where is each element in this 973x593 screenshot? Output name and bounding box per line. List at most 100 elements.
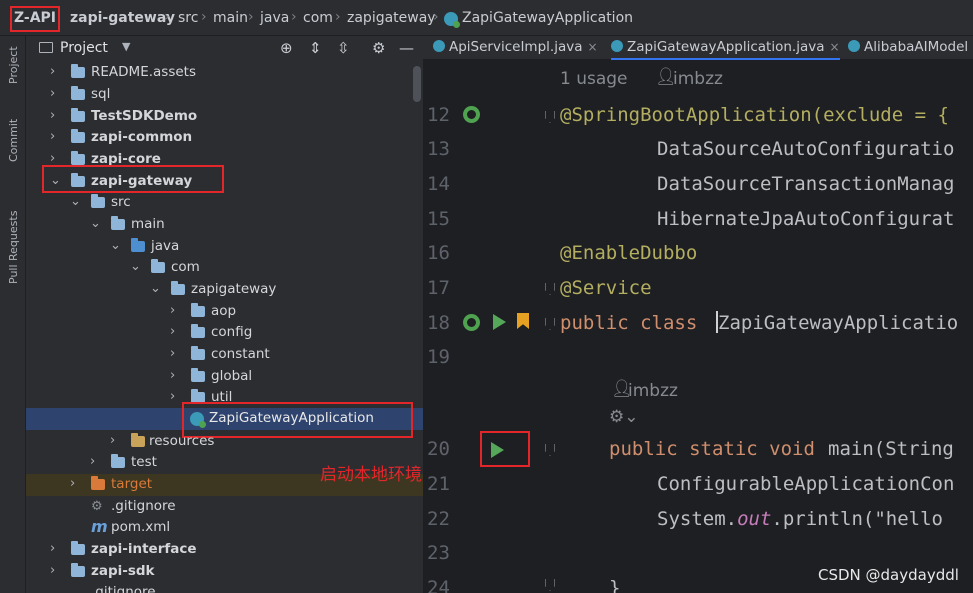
spring-bean-icon[interactable] [463,314,480,331]
breadcrumb-item-package[interactable]: zapigateway [347,10,436,26]
fold-icon[interactable] [545,318,555,330]
chevron-right-icon[interactable]: › [170,389,175,404]
chevron-down-icon[interactable]: ⌄ [90,216,101,231]
chevron-right-icon[interactable]: › [170,303,175,318]
breadcrumb-item-main[interactable]: main [213,10,248,26]
tree-item[interactable]: ⚙ .gitignore [26,496,423,518]
expand-all-icon[interactable]: ⇕ [309,39,322,57]
tree-item-label: java [151,238,180,254]
chevron-right-icon[interactable]: › [170,368,175,383]
chevron-right-icon[interactable]: › [50,86,55,101]
breadcrumb-item-src[interactable]: src [178,10,198,26]
java-class-icon [433,40,445,52]
tree-item-label: config [211,324,253,340]
author-hint: imbzz [628,381,678,401]
tree-item[interactable]: ⌄ main [26,214,423,236]
tree-item[interactable]: › config [26,322,423,344]
chevron-right-icon[interactable]: › [170,346,175,361]
chevron-down-icon[interactable]: ▼ [122,40,130,53]
code-area[interactable]: 1 usage 👤︎ imbzz 12 @SpringBootApplicati… [423,61,973,593]
chevron-right-icon[interactable]: › [50,129,55,144]
breadcrumb-item-class[interactable]: ZapiGatewayApplication [462,10,633,26]
chevron-right-icon[interactable]: › [110,433,115,448]
line-number: 14 [427,173,450,195]
tree-item[interactable]: › README.assets [26,62,423,84]
tree-item[interactable]: › constant [26,344,423,366]
chevron-right-icon[interactable]: › [50,108,55,123]
chevron-down-icon[interactable]: ⌄ [110,238,121,253]
chevron-right-icon[interactable]: › [170,324,175,339]
project-title[interactable]: Project [60,40,108,56]
tree-item-label: global [211,368,253,384]
chevron-right-icon[interactable]: › [50,151,55,166]
resources-folder-icon [131,433,145,447]
tree-item[interactable]: › aop [26,301,423,323]
tree-item[interactable]: ⌄ com [26,257,423,279]
fold-icon[interactable] [545,444,555,456]
tab-alibabaaimodel[interactable]: AlibabaAIModel [848,36,968,60]
fold-icon[interactable] [545,579,555,591]
scrollbar-thumb[interactable] [413,66,421,102]
code-token: .println("hello [771,508,943,530]
line-number: 22 [427,508,450,530]
close-icon[interactable]: × [829,40,839,54]
tab-commit[interactable]: Commit [7,119,20,162]
locate-icon[interactable]: ⊕ [280,39,293,57]
collapse-all-icon[interactable]: ⇳ [337,39,350,57]
tree-item-label: zapi-sdk [91,563,155,579]
chevron-right-icon[interactable]: › [70,476,75,491]
tree-item[interactable]: .gitignore [26,582,423,593]
line-number: 16 [427,242,450,264]
chevron-right-icon[interactable]: › [50,64,55,79]
chevron-right-icon[interactable]: › [50,563,55,578]
highlight-box-app [10,6,60,32]
tree-item[interactable]: › sql [26,84,423,106]
chevron-right-icon: › [248,9,254,25]
tree-item[interactable]: ⌄ zapigateway [26,279,423,301]
chevron-down-icon[interactable]: ⌄ [130,259,141,274]
bookmark-icon[interactable] [517,313,529,329]
code-line: main(String [828,438,954,460]
java-class-icon [611,40,623,52]
tree-item[interactable]: › resources [26,431,423,453]
tree-item[interactable]: m pom.xml [26,517,423,539]
tree-item[interactable]: › TestSDKDemo [26,106,423,128]
code-line: DataSourceAutoConfiguratio [657,138,955,160]
tab-zapigatewayapplication[interactable]: ZapiGatewayApplication.java × [611,36,840,60]
ai-assistant-icon[interactable]: ⚙⌄ [609,407,638,427]
folder-icon [71,64,85,78]
fold-icon[interactable] [545,283,555,295]
chevron-right-icon[interactable]: › [50,541,55,556]
module-folder-icon [71,563,85,577]
folder-icon [111,216,125,230]
tree-item[interactable]: › global [26,366,423,388]
close-icon[interactable]: × [587,40,597,54]
tree-item[interactable]: ⌄ src [26,192,423,214]
tab-pull-requests[interactable]: Pull Requests [7,211,20,284]
spring-bean-icon[interactable] [463,106,480,123]
editor-tabs: ApiServiceImpl.java × ZapiGatewayApplicat… [423,36,973,60]
tab-project[interactable]: Project [7,46,20,84]
chevron-down-icon[interactable]: ⌄ [150,281,161,296]
tree-item-label: constant [211,346,270,362]
tree-item[interactable]: › zapi-sdk [26,561,423,583]
breadcrumb-item-com[interactable]: com [303,10,333,26]
breadcrumb-item-java[interactable]: java [260,10,289,26]
chevron-right-icon[interactable]: › [90,454,95,469]
tab-apiserviceimpl[interactable]: ApiServiceImpl.java × [433,36,598,60]
code-line: System.out.println("hello [657,508,943,530]
usage-hint[interactable]: 1 usage [560,69,628,89]
tree-item[interactable]: › zapi-interface [26,539,423,561]
code-line: @SpringBootApplication(exclude = { [560,104,949,126]
hide-panel-icon[interactable]: — [399,39,414,57]
watermark: CSDN @daydayddl [818,566,959,584]
maven-icon: m [91,517,108,536]
tree-item[interactable]: › zapi-common [26,127,423,149]
tree-item[interactable]: ⌄ java [26,236,423,258]
breadcrumb-item-module[interactable]: zapi-gateway [70,10,175,26]
chevron-down-icon[interactable]: ⌄ [70,194,81,209]
run-icon[interactable] [493,314,506,330]
module-folder-icon [71,541,85,555]
gear-icon[interactable]: ⚙ [372,39,385,57]
fold-icon[interactable] [545,111,555,123]
